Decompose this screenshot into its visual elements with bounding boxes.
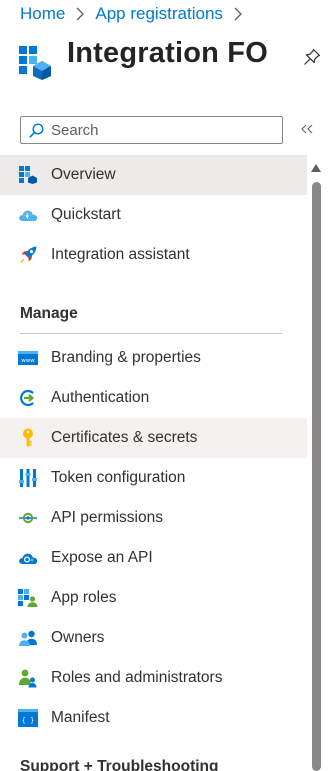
pin-icon[interactable]: [301, 46, 323, 68]
nav-item-overview[interactable]: Overview: [0, 155, 307, 195]
search-box[interactable]: [20, 116, 283, 144]
authentication-icon: [18, 388, 38, 408]
overview-icon: [18, 165, 38, 185]
nav-item-label: Integration assistant: [51, 246, 190, 263]
nav-item-label: App roles: [51, 589, 117, 606]
search-input[interactable]: [51, 120, 276, 140]
svg-text:www: www: [21, 358, 35, 364]
chevron-right-icon: [232, 4, 244, 24]
breadcrumb-home-link[interactable]: Home: [20, 4, 65, 24]
nav-item-roles-administrators[interactable]: Roles and administrators: [0, 658, 307, 698]
section-header-manage: Manage: [20, 305, 78, 322]
rocket-icon: [18, 245, 38, 265]
nav-item-label: Certificates & secrets: [51, 429, 198, 446]
nav-item-token-configuration[interactable]: Token configuration: [0, 458, 307, 498]
nav-item-label: Token configuration: [51, 469, 186, 486]
nav-item-quickstart[interactable]: Quickstart: [0, 195, 307, 235]
quickstart-cloud-icon: [18, 205, 38, 225]
nav-item-label: Overview: [51, 166, 116, 183]
nav-item-label: Manifest: [51, 709, 110, 726]
app-roles-icon: [18, 588, 38, 608]
page-title: Integration FO: [67, 37, 268, 69]
nav-item-branding-properties[interactable]: www Branding & properties: [0, 338, 307, 378]
nav-item-manifest[interactable]: { } Manifest: [0, 698, 307, 738]
expose-api-cloud-icon: [18, 548, 38, 568]
manifest-icon: { }: [18, 708, 38, 728]
nav-item-api-permissions[interactable]: API permissions: [0, 498, 307, 538]
menu-scrollbar[interactable]: [309, 160, 323, 771]
nav-item-app-roles[interactable]: App roles: [0, 578, 307, 618]
nav-item-authentication[interactable]: Authentication: [0, 378, 307, 418]
nav-item-expose-an-api[interactable]: Expose an API: [0, 538, 307, 578]
token-configuration-icon: [18, 468, 38, 488]
nav-item-label: Authentication: [51, 389, 150, 406]
nav-item-label: Roles and administrators: [51, 669, 223, 686]
nav-item-label: Quickstart: [51, 206, 121, 223]
owners-icon: [18, 628, 38, 648]
page-header: Integration FO: [17, 37, 323, 88]
key-icon: [18, 428, 38, 448]
scroll-up-arrow-icon[interactable]: [310, 160, 322, 172]
menu-search-row: [20, 116, 320, 144]
scrollbar-thumb[interactable]: [312, 182, 321, 771]
api-permissions-icon: [18, 508, 38, 528]
svg-text:{ }: { }: [22, 717, 35, 725]
collapse-menu-icon[interactable]: [298, 119, 316, 139]
roles-administrators-icon: [18, 668, 38, 688]
breadcrumb: Home App registrations: [20, 4, 253, 24]
branding-icon: www: [18, 348, 38, 368]
nav-item-label: Expose an API: [51, 549, 153, 566]
search-icon: [29, 123, 44, 138]
nav-item-label: Branding & properties: [51, 349, 201, 366]
resource-menu: Overview Quickstart Integration assistan…: [0, 155, 307, 771]
nav-item-certificates-secrets[interactable]: Certificates & secrets: [0, 418, 307, 458]
nav-item-owners[interactable]: Owners: [0, 618, 307, 658]
app-registration-logo-icon: [19, 46, 51, 80]
chevron-right-icon: [74, 4, 86, 24]
section-header-support-troubleshooting: Support + Troubleshooting: [20, 758, 219, 771]
nav-item-label: API permissions: [51, 509, 163, 526]
breadcrumb-app-registrations-link[interactable]: App registrations: [95, 4, 223, 24]
nav-item-integration-assistant[interactable]: Integration assistant: [0, 235, 307, 275]
divider: [20, 333, 282, 334]
nav-item-label: Owners: [51, 629, 105, 646]
